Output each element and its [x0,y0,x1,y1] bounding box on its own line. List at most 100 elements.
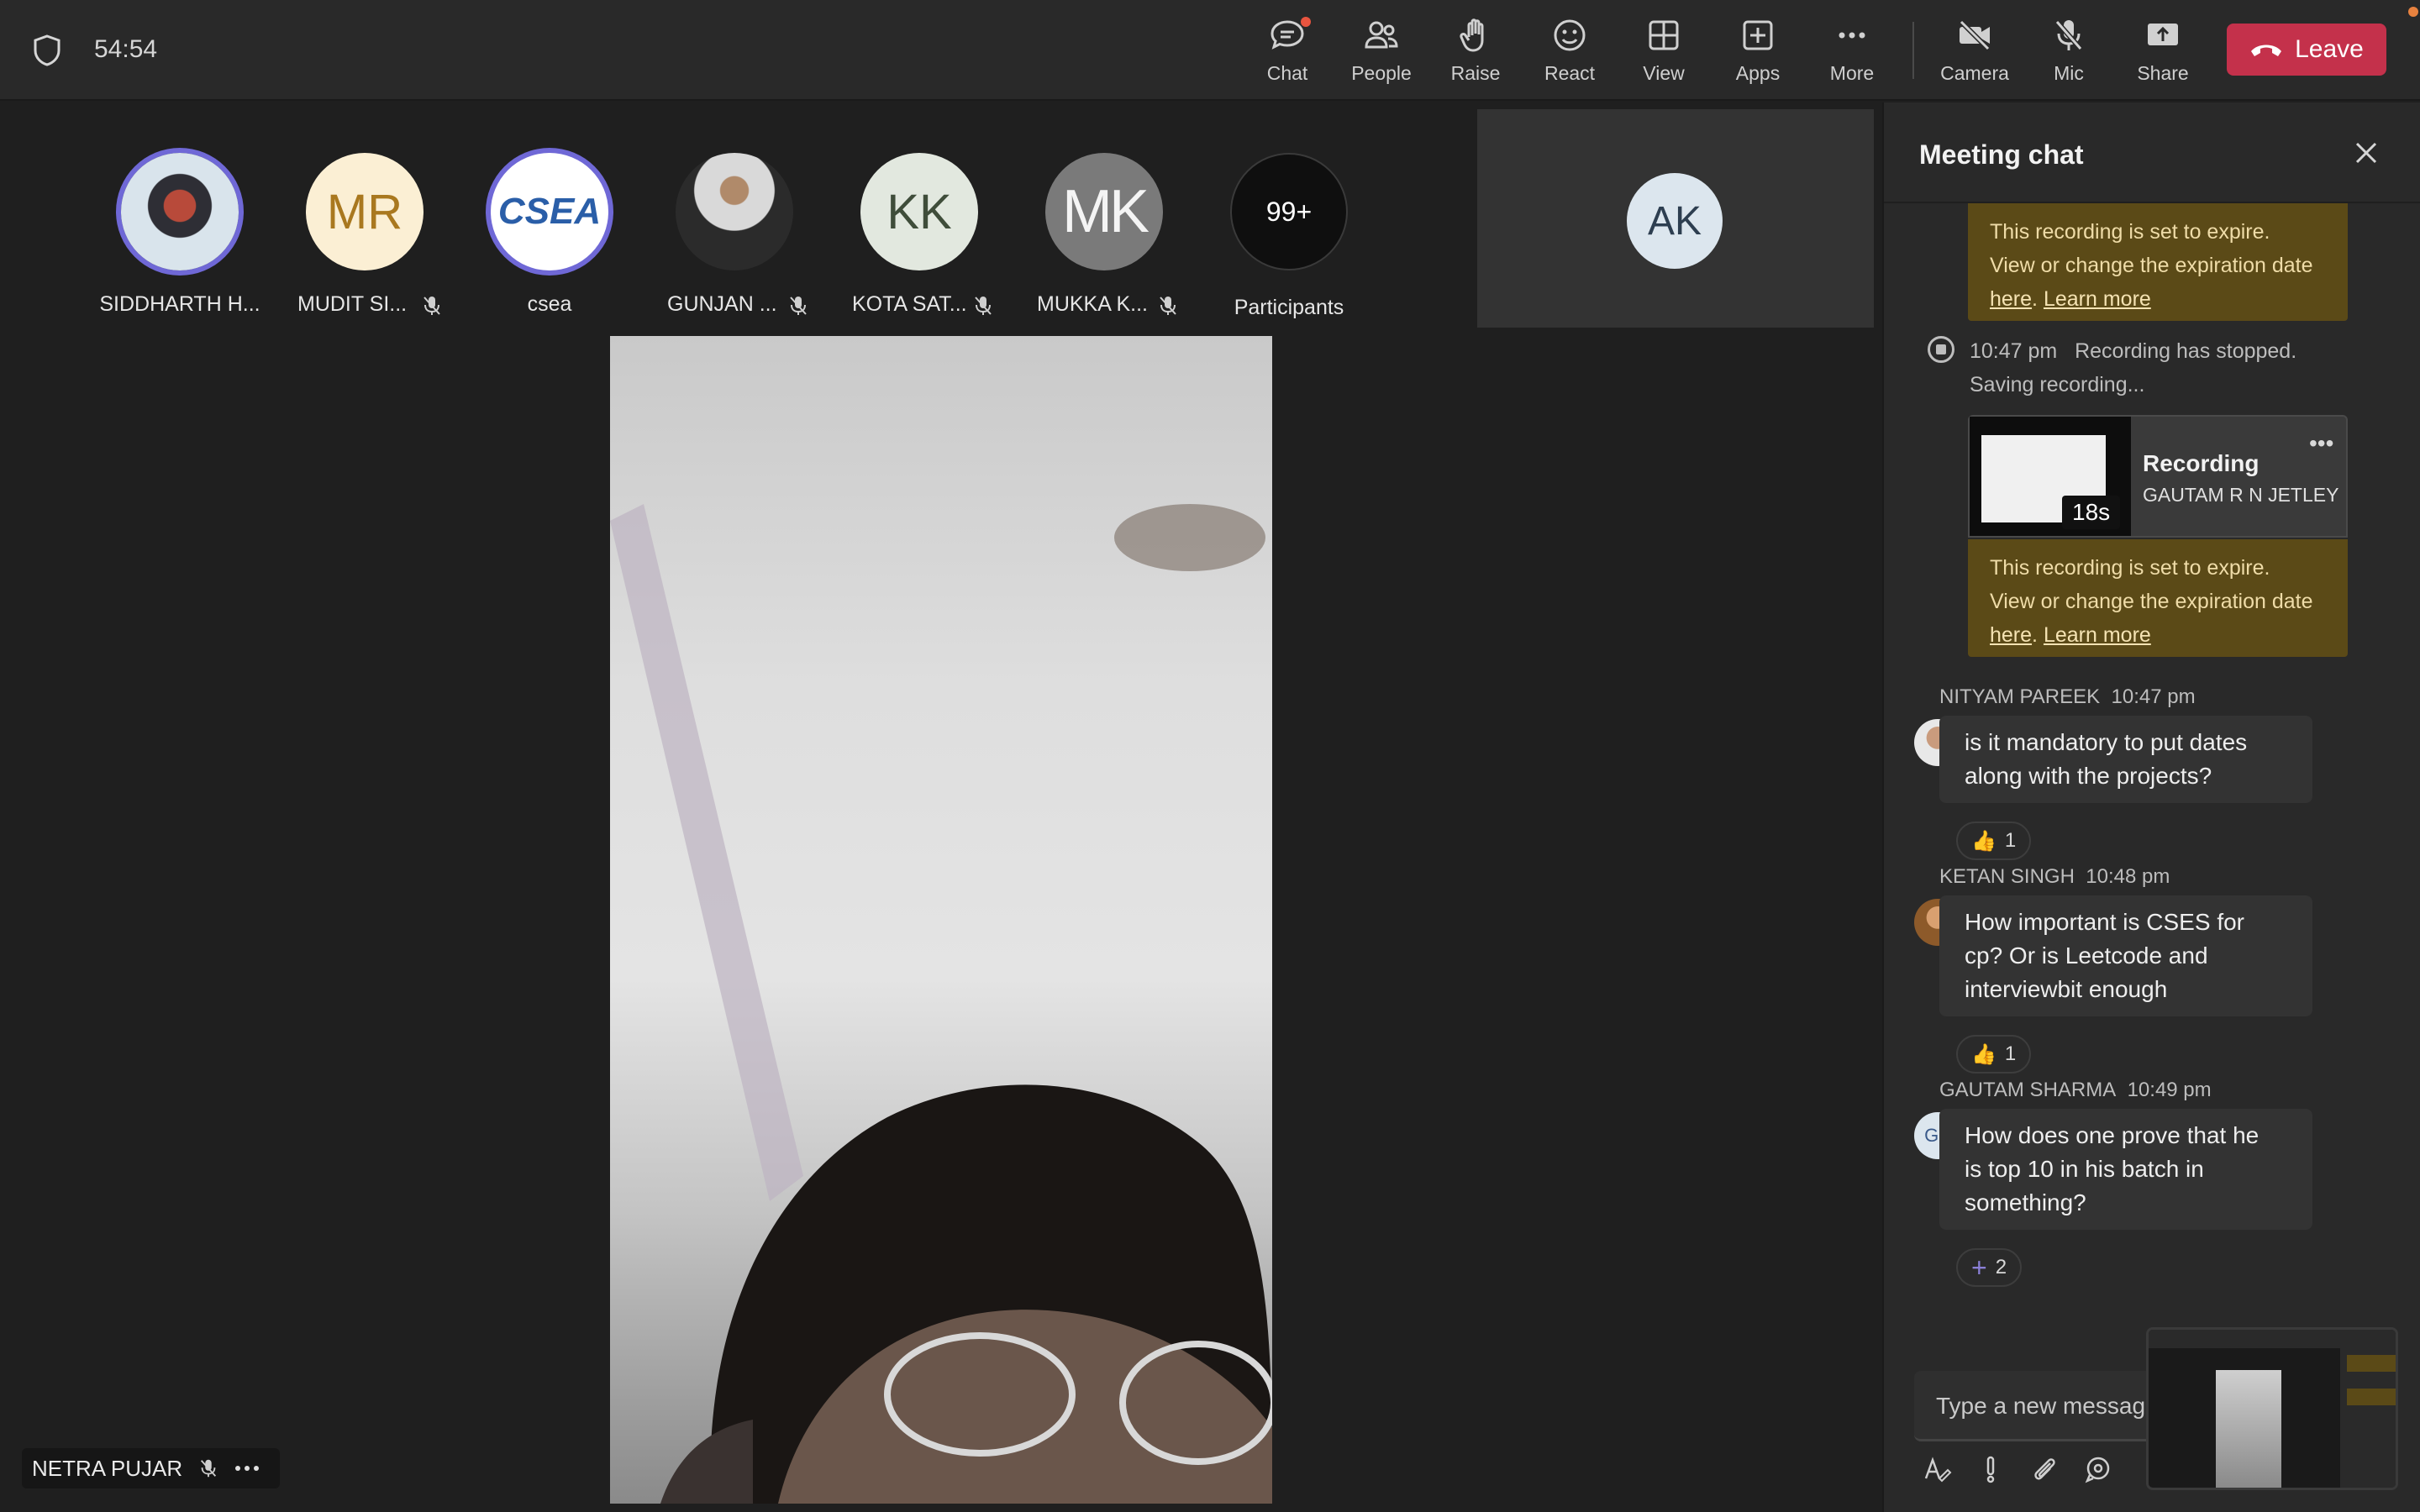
message-meta: KETAN SINGH 10:48 pm [1939,865,2170,889]
mic-off-icon [2054,20,2083,50]
avatar: MR [306,153,424,270]
raise-label: Raise [1450,62,1501,84]
screen-share-preview[interactable] [2146,1327,2398,1490]
apps-button[interactable]: Apps [1716,15,1800,87]
people-button[interactable]: People [1339,15,1423,87]
system-text-2: Saving recording... [1970,373,2145,396]
participant-name: GUNJAN ... [667,292,777,316]
speaker-video[interactable] [610,336,1272,1504]
notice-line: This recording is set to expire. [1990,556,2270,580]
more-label: More [1829,62,1875,84]
message-text: interviewbit enough [1965,976,2168,1002]
important-icon[interactable] [1975,1453,2007,1485]
meeting-toolbar: 54:54 Chat People Raise React View Apps [0,0,2420,101]
message-text: is top 10 in his batch in [1965,1156,2204,1182]
participant-tile[interactable]: SIDDHARTH H... [96,128,264,316]
here-link[interactable]: here [1990,623,2032,647]
meeting-chat-panel: Meeting chat This recording is set to ex… [1882,102,2420,1512]
more-button[interactable]: More [1810,15,1894,87]
system-text: Recording has stopped. [2075,339,2297,363]
apps-label: Apps [1735,62,1781,84]
raise-hand-button[interactable]: Raise [1434,15,1518,87]
ellipsis-icon[interactable] [234,1464,260,1473]
share-screen-icon [2148,24,2178,45]
reaction-count: 2 [1995,1256,2007,1278]
notice-line: View or change the expiration date [1990,590,2313,613]
plus-box-icon [1743,20,1773,50]
participant-tile[interactable]: MR MUDIT SI... [281,128,449,316]
participant-video-tile[interactable]: AK [1477,109,1874,328]
participant-tile[interactable]: MK MUKKA K... [1020,128,1188,316]
video-frame [610,504,1272,1504]
leave-label: Leave [2295,35,2364,63]
chat-button[interactable]: Chat [1245,15,1329,87]
notice-line: This recording is set to expire. [1990,220,2270,244]
shield-icon[interactable] [32,34,62,67]
participant-name: KOTA SAT... [852,292,967,316]
avatar: KK [860,153,978,270]
mic-off-icon [975,297,992,315]
system-time: 10:47 pm [1970,339,2058,363]
ellipsis-icon [1839,32,1865,39]
chat-unread-dot [1301,17,1311,27]
teams-meeting-window: 54:54 Chat People Raise React View Apps [0,0,2420,1512]
message-author: GAUTAM SHARMA [1939,1079,2117,1101]
view-button[interactable]: View [1622,15,1706,87]
avatar: AK [1627,173,1723,269]
recording-card[interactable]: 18s Recording GAUTAM R N JETLEY ••• [1968,415,2348,538]
recording-thumbnail: 18s [1970,417,2131,536]
participants-overflow-button[interactable]: 99+ Participants [1205,128,1373,319]
recording-owner: GAUTAM R N JETLEY [2143,484,2339,506]
share-button[interactable]: Share [2121,15,2205,87]
attach-icon[interactable] [2028,1453,2060,1485]
chat-message[interactable]: How does one prove that he is top 10 in … [1939,1109,2312,1230]
view-label: View [1643,62,1685,84]
avatar [121,153,239,270]
mic-button[interactable]: Mic [2027,15,2111,87]
loop-icon[interactable] [2082,1453,2114,1485]
thumbs-up-icon: 👍 [1971,829,1996,853]
chat-message[interactable]: is it mandatory to put dates along with … [1939,716,2312,803]
toolbar-divider [1912,22,1914,79]
chat-title: Meeting chat [1919,139,2084,170]
chat-message[interactable]: How important is CSES for cp? Or is Leet… [1939,895,2312,1016]
preview-video [2216,1370,2281,1488]
participants-label: Participants [1234,296,1344,319]
recording-expiry-notice: This recording is set to expire. View or… [1968,203,2348,321]
participant-name: SIDDHARTH H... [99,292,260,316]
camera-button[interactable]: Camera [1933,15,2017,87]
notice-period: . [2032,287,2038,311]
message-text: along with the projects? [1965,763,2212,789]
camera-label: Camera [1940,62,2009,84]
recording-more-button[interactable]: ••• [2309,430,2333,457]
people-icon [1365,21,1398,49]
message-author: NITYAM PAREEK [1939,685,2101,708]
participant-tile[interactable]: GUNJAN ... [650,128,818,316]
learn-more-link[interactable]: Learn more [2044,287,2151,311]
format-icon[interactable] [1921,1453,1953,1485]
thumbs-up-icon: 👍 [1971,1042,1996,1066]
message-text: How does one prove that he [1965,1122,2260,1148]
mic-off-icon [201,1459,217,1478]
react-button[interactable]: React [1528,15,1612,87]
here-link[interactable]: here [1990,287,2032,311]
thumbs-up-reaction[interactable]: 👍 1 [1956,822,2032,860]
thumbs-up-reaction[interactable]: 👍 1 [1956,1035,2032,1074]
csea-logo: CSEA [491,153,608,270]
recording-title: Recording [2143,450,2260,476]
mic-off-icon [790,297,807,315]
recording-stopped-icon [1928,336,1954,363]
close-icon[interactable] [2353,139,2380,166]
reaction-count: 1 [2004,829,2017,852]
message-text: something? [1965,1189,2086,1215]
overflow-count: 99+ [1230,153,1348,270]
plus-one-reaction[interactable]: + 2 [1956,1248,2023,1287]
message-meta: NITYAM PAREEK 10:47 pm [1939,685,2196,709]
preview-notice [2347,1355,2396,1372]
participant-tile[interactable]: KK KOTA SAT... [835,128,1003,316]
participant-tile[interactable]: CSEA csea [466,128,634,316]
learn-more-link[interactable]: Learn more [2044,623,2151,647]
leave-button[interactable]: Leave [2227,24,2386,76]
message-time: 10:48 pm [2086,865,2170,888]
message-time: 10:49 pm [2127,1079,2212,1101]
